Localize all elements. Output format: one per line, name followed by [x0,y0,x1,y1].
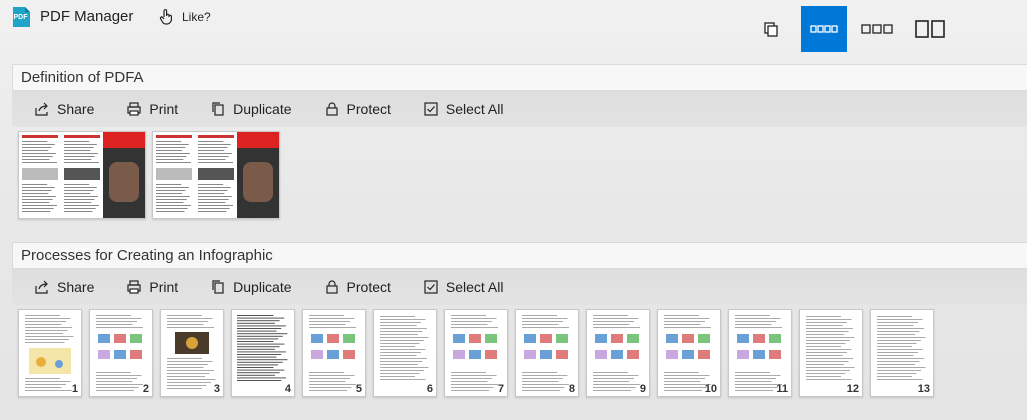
svg-text:PDF: PDF [14,14,29,21]
page-thumbnail[interactable]: 7 [444,309,508,397]
duplicate-label: Duplicate [233,101,292,117]
checkbox-checked-icon [424,280,438,294]
view-small-grid-icon [810,25,838,33]
page-number: 10 [704,383,717,395]
page-number: 11 [776,383,788,395]
page-thumbnail[interactable]: 11 [728,309,792,397]
printer-icon [127,102,141,116]
page-number: 1 [71,383,78,395]
document-section-2: Processes for Creating an Infographic Sh… [12,242,1027,397]
print-label: Print [149,279,179,295]
page-number: 13 [917,383,930,395]
duplicate-label: Duplicate [233,279,292,295]
page-preview [156,132,279,218]
page-number: 5 [355,383,362,395]
document-title: Processes for Creating an Infographic [12,242,1027,269]
page-thumbnail[interactable]: 2 [152,131,280,219]
pointing-hand-icon [159,9,173,25]
page-thumbnail[interactable]: 1 [18,309,82,397]
page-thumbnails: 1 2 3 4 5 6 7 8 9 10 11 12 13 [12,305,1027,397]
select-all-button[interactable]: Select All [423,279,504,295]
lock-icon [325,280,338,294]
like-button[interactable]: Like? [158,7,211,27]
view-large-grid-icon [915,20,945,38]
page-thumbnail[interactable]: 3 [160,309,224,397]
page-number: 8 [568,383,575,395]
page-preview [22,132,145,218]
share-label: Share [57,279,95,295]
page-thumbnails: 2 [12,127,1027,219]
duplicate-icon [212,102,224,116]
page-number: 4 [284,383,291,395]
share-button[interactable]: Share [34,101,94,117]
page-thumbnail[interactable]: 9 [586,309,650,397]
select-all-label: Select All [445,279,504,295]
select-all-button[interactable]: Select All [423,101,504,117]
document-toolbar: Share Print Duplicate Protect Select All [12,269,1027,305]
printer-icon [127,280,141,294]
document-title: Definition of PDFA [12,64,1027,91]
page-thumbnail[interactable]: 2 [89,309,153,397]
view-small-grid-button[interactable] [801,6,847,52]
print-button[interactable]: Print [126,279,178,295]
page-number: 6 [426,383,433,395]
page-number: 7 [497,383,504,395]
protect-button[interactable]: Protect [324,101,391,117]
page-thumbnail[interactable]: 8 [515,309,579,397]
page-number: 9 [639,383,646,395]
share-icon [35,102,48,116]
view-single-button[interactable] [748,6,794,52]
page-thumbnail[interactable] [18,131,146,219]
checkbox-checked-icon [424,102,438,116]
page-number: 12 [846,383,859,395]
view-large-grid-button[interactable] [907,6,953,52]
app-title: PDF Manager [40,8,134,25]
share-label: Share [57,101,95,117]
share-icon [35,280,48,294]
document-toolbar: Share Print Duplicate Protect Select All [12,91,1027,127]
view-medium-grid-button[interactable] [854,6,900,52]
select-all-label: Select All [445,101,504,117]
page-thumbnail[interactable]: 12 [799,309,863,397]
duplicate-button[interactable]: Duplicate [210,279,292,295]
view-medium-grid-icon [861,24,893,34]
view-single-icon [764,22,778,37]
protect-label: Protect [346,101,391,117]
like-label: Like? [182,10,211,24]
protect-button[interactable]: Protect [324,279,391,295]
document-section-1: Definition of PDFA Share Print Duplicate… [12,64,1027,219]
page-thumbnail[interactable]: 10 [657,309,721,397]
page-thumbnail[interactable]: 5 [302,309,366,397]
protect-label: Protect [346,279,391,295]
page-number: 2 [142,383,149,395]
page-thumbnail[interactable]: 4 [231,309,295,397]
page-number: 3 [213,383,220,395]
print-label: Print [149,101,179,117]
duplicate-button[interactable]: Duplicate [210,101,292,117]
page-thumbnail[interactable]: 6 [373,309,437,397]
duplicate-icon [212,280,224,294]
title-bar: PDF PDF Manager Like? [0,0,1027,60]
page-number: 2 [269,205,276,217]
print-button[interactable]: Print [126,101,178,117]
pdf-manager-logo-icon: PDF [13,7,30,27]
page-thumbnail[interactable]: 13 [870,309,934,397]
lock-icon [325,102,338,116]
share-button[interactable]: Share [34,279,94,295]
